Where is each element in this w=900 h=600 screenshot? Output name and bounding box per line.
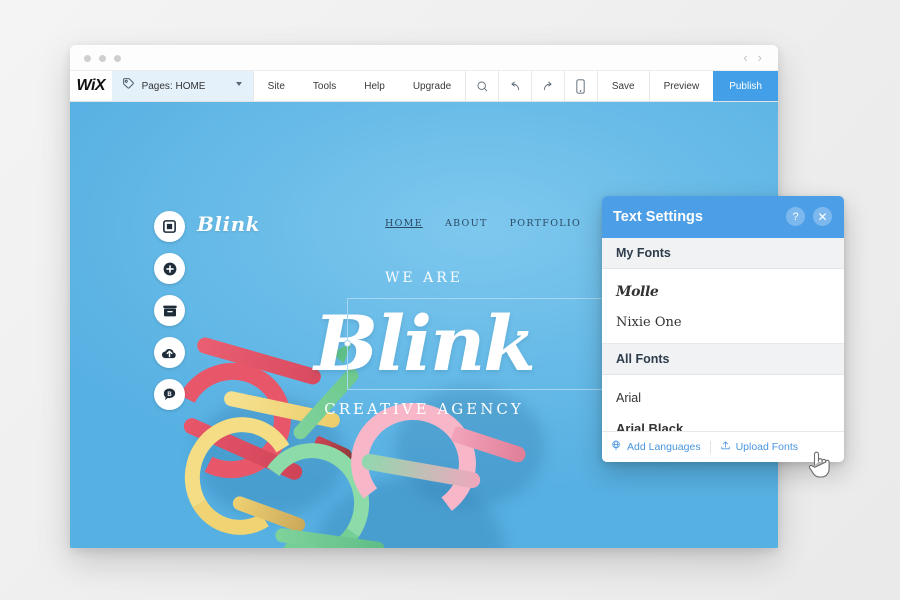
menu-upgrade[interactable]: Upgrade [399,71,465,101]
traffic-light-buttons [84,55,121,62]
add-element-icon[interactable] [154,253,185,284]
preview-button[interactable]: Preview [650,71,714,101]
nav-back-icon[interactable]: ‹ [743,50,747,66]
upload-cloud-icon[interactable] [154,337,185,368]
publish-button[interactable]: Publish [713,71,778,101]
my-fonts-list: Molle Nixie One [602,269,844,344]
pages-label: Pages: HOME [141,80,206,92]
blog-icon[interactable]: B [154,379,185,410]
panel-title: Text Settings [613,209,703,225]
panel-header: Text Settings ? ✕ [602,196,844,238]
maximize-window-dot[interactable] [114,55,121,62]
pages-selector-button[interactable]: Pages: HOME [111,71,253,101]
editor-left-rail: B [154,211,185,410]
menu-tools[interactable]: Tools [299,71,350,101]
svg-text:B: B [167,392,172,398]
text-selection-box[interactable] [344,298,646,390]
toolbar-right-group: Save Preview Publish [596,71,778,101]
close-icon[interactable]: ✕ [813,207,832,226]
undo-icon[interactable] [499,71,531,101]
add-languages-button[interactable]: Add Languages [602,440,710,454]
help-icon[interactable]: ? [786,207,805,226]
font-label: Arial [616,391,642,405]
font-label: Nixie One [616,314,682,330]
editor-toolbar: WiX Pages: HOME Site Tools Help Upgrade [70,71,778,102]
redo-icon[interactable] [532,71,564,101]
resize-handle-left[interactable] [344,340,351,347]
window-nav-arrows: ‹ › [743,50,762,66]
menu-help[interactable]: Help [350,71,399,101]
nav-item-portfolio[interactable]: PORTFOLIO [510,218,581,229]
store-icon[interactable] [154,295,185,326]
screenshot-stage: ‹ › WiX Pages: HOME Site Tools Help Upgr… [0,0,900,600]
close-window-dot[interactable] [84,55,91,62]
window-titlebar: ‹ › [70,45,778,71]
section-header-my-fonts: My Fonts [602,238,844,269]
upload-fonts-label: Upload Fonts [735,441,799,453]
font-item-arial[interactable]: Arial [602,383,844,413]
nav-forward-icon[interactable]: › [758,50,762,66]
mouse-cursor-pointing-hand [806,448,832,480]
save-button[interactable]: Save [598,71,649,101]
font-label: Molle [616,284,659,300]
add-languages-label: Add Languages [627,441,701,453]
nav-item-about[interactable]: ABOUT [445,218,488,229]
pages-panel-icon[interactable] [154,211,185,242]
pages-icon [122,77,135,95]
section-header-all-fonts: All Fonts [602,344,844,375]
menu-site[interactable]: Site [254,71,299,101]
mobile-view-icon[interactable] [565,71,597,101]
nav-item-home[interactable]: HOME [385,218,423,229]
upload-fonts-button[interactable]: Upload Fonts [711,440,807,454]
minimize-window-dot[interactable] [99,55,106,62]
search-icon[interactable] [466,71,498,101]
font-item-nixie-one[interactable]: Nixie One [602,307,844,337]
text-settings-panel: Text Settings ? ✕ My Fonts Molle Nixie O… [602,196,844,462]
site-logo[interactable]: Blink [197,212,260,236]
globe-icon [611,440,622,454]
font-item-molle[interactable]: Molle [602,277,844,307]
wix-logo[interactable]: WiX [70,71,112,101]
chevron-down-icon [235,82,242,86]
upload-icon [720,440,731,454]
